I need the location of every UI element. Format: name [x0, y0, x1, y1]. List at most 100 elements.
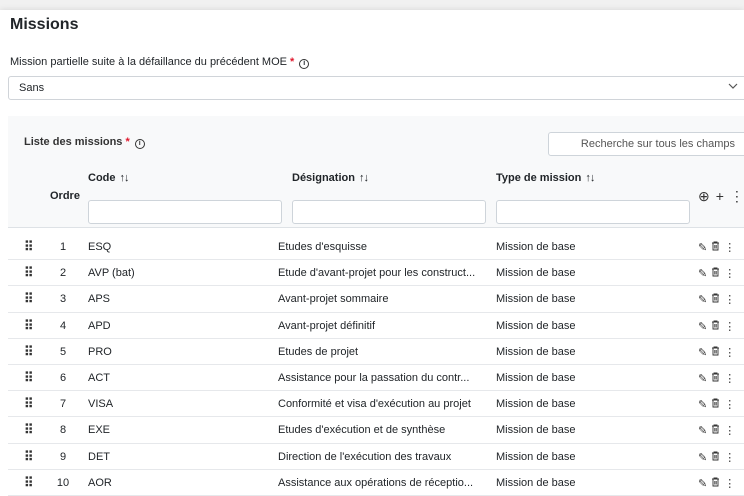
drag-handle-icon[interactable]: ⠿: [24, 422, 33, 438]
edit-icon[interactable]: ✎: [698, 347, 707, 359]
cell-type: Mission de base: [496, 241, 576, 253]
cell-designation: Conformité et visa d'exécution au projet: [278, 398, 471, 411]
more-vertical-icon[interactable]: ⋮: [724, 294, 735, 306]
cell-type: Mission de base: [496, 371, 576, 384]
table-row[interactable]: ⠿ 2 AVP (bat) Etude d'avant-projet pour les…: [8, 260, 744, 287]
more-vertical-icon[interactable]: ⋮: [724, 242, 735, 254]
more-vertical-icon[interactable]: ⋮: [724, 399, 735, 411]
more-vertical-icon[interactable]: ⋮: [724, 347, 735, 359]
cell-designation: Etudes de projet: [278, 345, 359, 358]
drag-handle-icon[interactable]: ⠿: [24, 239, 33, 255]
mission-partielle-label-text: Mission partielle suite à la défaillance…: [10, 56, 287, 68]
delete-icon[interactable]: [711, 424, 720, 437]
column-header-type[interactable]: Type de mission ↑↓: [496, 172, 595, 184]
row-actions: ✎ ⋮: [698, 346, 739, 359]
more-vertical-icon[interactable]: ⋮: [724, 478, 735, 490]
cell-code: ACT: [88, 371, 110, 384]
cell-ordre: 7: [59, 398, 67, 411]
edit-icon[interactable]: ✎: [698, 399, 707, 411]
cell-ordre: 5: [59, 345, 67, 358]
row-actions: ✎ ⋮: [698, 477, 739, 490]
delete-icon[interactable]: [711, 241, 720, 254]
edit-icon[interactable]: ✎: [698, 478, 707, 490]
row-actions: ✎ ⋮: [698, 241, 739, 254]
more-vertical-icon[interactable]: ⋮: [724, 268, 735, 280]
delete-icon[interactable]: [711, 398, 720, 411]
table-header: Ordre Code ↑↓ Désignation ↑↓ Type de missi…: [8, 162, 744, 228]
edit-icon[interactable]: ✎: [698, 452, 707, 464]
row-actions: ✎ ⋮: [698, 424, 739, 437]
edit-icon[interactable]: ✎: [698, 242, 707, 254]
table-row[interactable]: ⠿ 5 PRO Etudes de projet Mission de base ✎ ⋮: [8, 339, 744, 365]
more-vertical-icon[interactable]: ⋮: [724, 373, 735, 385]
row-actions: ✎ ⋮: [698, 398, 739, 411]
column-header-code[interactable]: Code ↑↓: [88, 172, 130, 184]
drag-handle-icon[interactable]: ⠿: [24, 265, 33, 281]
cell-ordre: 2: [59, 267, 67, 280]
cell-type: Mission de base: [496, 450, 576, 463]
filter-input-designation[interactable]: [292, 200, 486, 224]
more-vertical-icon[interactable]: ⋮: [724, 452, 735, 464]
table-row[interactable]: ⠿ 8 EXE Etudes d'exécution et de synthèse Mi…: [8, 417, 744, 444]
cell-type: Mission de base: [496, 267, 576, 280]
edit-icon[interactable]: ✎: [698, 268, 707, 280]
more-vertical-icon[interactable]: ⋮: [730, 188, 744, 204]
column-header-type-label: Type de mission: [496, 172, 582, 184]
column-header-designation[interactable]: Désignation ↑↓: [292, 172, 369, 184]
edit-icon[interactable]: ✎: [698, 373, 707, 385]
cell-code: DET: [88, 450, 110, 463]
edit-icon[interactable]: ✎: [698, 294, 707, 306]
mission-partielle-select[interactable]: Sans: [8, 76, 744, 100]
cell-designation: Etude d'avant-projet pour les construct.…: [278, 267, 476, 280]
cell-type: Mission de base: [496, 476, 576, 489]
delete-icon[interactable]: [711, 320, 720, 333]
add-icon[interactable]: +: [716, 188, 724, 204]
info-icon[interactable]: i: [134, 139, 145, 149]
info-icon[interactable]: i: [299, 59, 310, 69]
delete-icon[interactable]: [711, 372, 720, 385]
delete-icon[interactable]: [711, 267, 720, 280]
table-row[interactable]: ⠿ 9 DET Direction de l'exécution des travau…: [8, 444, 744, 470]
delete-icon[interactable]: [711, 477, 720, 490]
more-vertical-icon[interactable]: ⋮: [724, 425, 735, 437]
filter-input-type[interactable]: [496, 200, 690, 224]
table-row[interactable]: ⠿ 6 ACT Assistance pour la passation du con…: [8, 365, 744, 392]
drag-handle-icon[interactable]: ⠿: [24, 370, 33, 386]
row-actions: ✎ ⋮: [698, 451, 739, 464]
missions-list-label-text: Liste des missions: [24, 136, 123, 148]
global-search-input[interactable]: [548, 132, 744, 156]
cell-code: APD: [88, 319, 111, 332]
cell-type: Mission de base: [496, 345, 576, 358]
drag-handle-icon[interactable]: ⠿: [24, 344, 33, 360]
delete-icon[interactable]: [711, 346, 720, 359]
drag-handle-icon[interactable]: ⠿: [24, 291, 33, 307]
cell-designation: Etudes d'esquisse: [278, 241, 367, 253]
table-row[interactable]: ⠿ 4 APD Avant-projet définitif Mission de ba…: [8, 313, 744, 339]
edit-icon[interactable]: ✎: [698, 425, 707, 437]
sort-icon[interactable]: ↑↓: [120, 172, 130, 184]
delete-icon[interactable]: [711, 293, 720, 306]
filter-input-code[interactable]: [88, 200, 282, 224]
table-row[interactable]: ⠿ 1 ESQ Etudes d'esquisse Mission de base ✎ ⋮: [8, 234, 744, 261]
drag-handle-icon[interactable]: ⠿: [24, 396, 33, 412]
cell-type: Mission de base: [496, 319, 576, 332]
more-vertical-icon[interactable]: ⋮: [724, 321, 735, 333]
header-actions: ⊕ + ⋮: [698, 188, 744, 205]
table-row[interactable]: ⠿ 3 APS Avant-projet sommaire Mission de bas…: [8, 286, 744, 313]
cell-type: Mission de base: [496, 293, 576, 306]
drag-handle-icon[interactable]: ⠿: [24, 449, 33, 465]
cell-code: APS: [88, 293, 111, 306]
drag-handle-icon[interactable]: ⠿: [24, 318, 33, 334]
drag-handle-icon[interactable]: ⠿: [24, 475, 33, 491]
edit-icon[interactable]: ✎: [698, 321, 707, 333]
table-row[interactable]: ⠿ 7 VISA Conformité et visa d'exécution au …: [8, 391, 744, 418]
cell-code: AVP (bat): [88, 267, 135, 280]
zoom-in-icon[interactable]: ⊕: [698, 188, 710, 204]
table-row[interactable]: ⠿ 10 AOR Assistance aux opérations de récep…: [8, 470, 744, 496]
cell-ordre: 6: [59, 371, 67, 384]
sort-icon[interactable]: ↑↓: [585, 172, 595, 184]
missions-panel: Missions Mission partielle suite à la dé…: [0, 10, 744, 496]
sort-icon[interactable]: ↑↓: [359, 172, 369, 184]
cell-designation: Assistance aux opérations de réceptio...: [278, 476, 474, 489]
delete-icon[interactable]: [711, 451, 720, 464]
